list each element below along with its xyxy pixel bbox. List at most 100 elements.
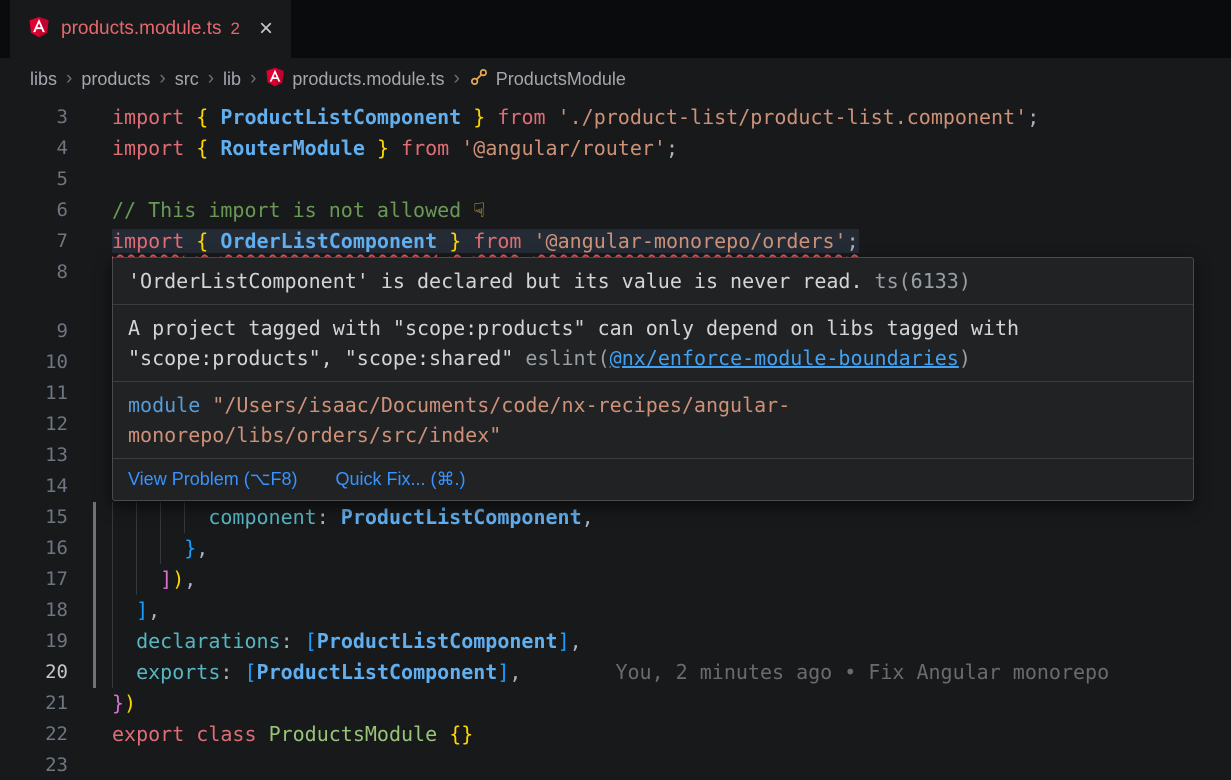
- gutter-decorations: [68, 195, 112, 226]
- breadcrumb-separator: ›: [250, 68, 256, 90]
- breadcrumb-separator: ›: [208, 68, 214, 90]
- line-number[interactable]: 22: [0, 719, 68, 750]
- pointing-down-emoji: ☟: [473, 198, 485, 222]
- gutter-decorations: [68, 657, 112, 688]
- gutter-decorations: [68, 378, 112, 409]
- close-icon[interactable]: ×: [259, 17, 273, 41]
- gutter-decorations: [68, 316, 112, 347]
- gutter-decorations: [68, 164, 112, 195]
- breadcrumb-label: libs: [30, 69, 57, 90]
- git-blame-annotation: You, 2 minutes ago • Fix Angular monorep…: [615, 660, 1109, 684]
- error-squiggle-region: import { OrderListComponent } from '@ang…: [112, 229, 859, 253]
- line-number[interactable]: 12: [0, 409, 68, 440]
- line-number[interactable]: 15: [0, 502, 68, 533]
- code-text[interactable]: exports: [ProductListComponent],You, 2 m…: [112, 657, 1109, 688]
- gutter-decorations: [68, 409, 112, 440]
- gutter-decorations: [68, 440, 112, 471]
- gutter-decorations: [68, 719, 112, 750]
- gutter-decorations: [68, 347, 112, 378]
- git-modified-indicator: [93, 502, 96, 533]
- line-number[interactable]: 19: [0, 626, 68, 657]
- code-text[interactable]: component: ProductListComponent,: [112, 502, 594, 533]
- breadcrumb-separator: ›: [453, 68, 459, 90]
- view-problem-action[interactable]: View Problem (⌥F8): [128, 469, 297, 490]
- breadcrumb-item-products.module.ts[interactable]: products.module.ts: [265, 67, 444, 92]
- code-line-7[interactable]: 7 import { OrderListComponent } from '@an…: [0, 226, 1231, 257]
- line-number[interactable]: 21: [0, 688, 68, 719]
- code-line-15[interactable]: 15 component: ProductListComponent,: [0, 502, 1231, 533]
- tab-strip: products.module.ts 2 ×: [0, 0, 1231, 58]
- code-line-17[interactable]: 17 ]),: [0, 564, 1231, 595]
- line-number[interactable]: 17: [0, 564, 68, 595]
- line-number[interactable]: 18: [0, 595, 68, 626]
- gutter-decorations: [68, 226, 112, 257]
- hover-message: module "/Users/isaac/Documents/code/nx-r…: [113, 381, 1193, 458]
- breadcrumb-item-lib[interactable]: lib: [223, 69, 241, 90]
- code-line-18[interactable]: 18 ],: [0, 595, 1231, 626]
- code-line-19[interactable]: 19 declarations: [ProductListComponent],: [0, 626, 1231, 657]
- eslint-rule-link[interactable]: @nx/enforce-module-boundaries: [610, 346, 959, 370]
- breadcrumb-item-src[interactable]: src: [175, 69, 199, 90]
- vscode-window: products.module.ts 2 × libs › products › src…: [0, 0, 1231, 780]
- breadcrumb-separator: ›: [159, 68, 165, 90]
- code-editor[interactable]: 3 import { ProductListComponent } from '.…: [0, 100, 1231, 780]
- line-number[interactable]: 5: [0, 164, 68, 195]
- git-modified-indicator: [93, 595, 96, 626]
- line-number[interactable]: 4: [0, 133, 68, 164]
- code-text[interactable]: ]),: [112, 564, 196, 595]
- code-line-23[interactable]: 23: [0, 750, 1231, 780]
- code-text[interactable]: import { RouterModule } from '@angular/r…: [112, 133, 678, 164]
- gutter-decorations: [68, 750, 112, 780]
- code-line-20[interactable]: 20 exports: [ProductListComponent],You, …: [0, 657, 1231, 688]
- code-line-22[interactable]: 22 export class ProductsModule {}: [0, 719, 1231, 750]
- code-text[interactable]: import { ProductListComponent } from './…: [112, 102, 1039, 133]
- gutter-decorations: [68, 102, 112, 133]
- hover-message: A project tagged with "scope:products" c…: [113, 304, 1193, 381]
- line-number[interactable]: 9: [0, 316, 68, 347]
- line-number[interactable]: 20: [0, 657, 68, 688]
- code-text[interactable]: declarations: [ProductListComponent],: [112, 626, 582, 657]
- breadcrumb-label: lib: [223, 69, 241, 90]
- git-modified-indicator: [93, 533, 96, 564]
- code-text[interactable]: export class ProductsModule {}: [112, 719, 473, 750]
- code-line-21[interactable]: 21}): [0, 688, 1231, 719]
- line-number[interactable]: 11: [0, 378, 68, 409]
- hover-popup: 'OrderListComponent' is declared but its…: [112, 257, 1194, 501]
- breadcrumb-item-ProductsModule[interactable]: ProductsModule: [469, 67, 626, 92]
- code-line-6[interactable]: 6 // This import is not allowed ☟: [0, 195, 1231, 226]
- breadcrumb-item-libs[interactable]: libs: [30, 69, 57, 90]
- breadcrumb-label: src: [175, 69, 199, 90]
- line-number[interactable]: 13: [0, 440, 68, 471]
- code-text[interactable]: import { OrderListComponent } from '@ang…: [112, 226, 859, 257]
- breadcrumb-item-products[interactable]: products: [81, 69, 150, 90]
- line-number[interactable]: 6: [0, 195, 68, 226]
- line-number[interactable]: 16: [0, 533, 68, 564]
- gutter-decorations: [68, 471, 112, 502]
- line-number[interactable]: 7: [0, 226, 68, 257]
- editor-tab-products-module[interactable]: products.module.ts 2 ×: [10, 0, 291, 58]
- code-line-16[interactable]: 16 },: [0, 533, 1231, 564]
- code-text[interactable]: },: [112, 533, 208, 564]
- code-text[interactable]: }): [112, 688, 136, 719]
- class-symbol-icon: [469, 67, 489, 92]
- git-modified-indicator: [93, 626, 96, 657]
- line-number[interactable]: 3: [0, 102, 68, 133]
- code-line-5[interactable]: 5: [0, 164, 1231, 195]
- code-text[interactable]: // This import is not allowed ☟: [112, 195, 485, 226]
- line-number[interactable]: 8: [0, 257, 68, 288]
- hover-action-bar: View Problem (⌥F8) Quick Fix... (⌘.): [113, 458, 1193, 500]
- code-line-4[interactable]: 4 import { RouterModule } from '@angular/…: [0, 133, 1231, 164]
- code-line-3[interactable]: 3 import { ProductListComponent } from '.…: [0, 102, 1231, 133]
- gutter-decorations: [68, 533, 112, 564]
- gutter-decorations: [68, 133, 112, 164]
- line-number[interactable]: 10: [0, 347, 68, 378]
- code-text[interactable]: ],: [112, 595, 160, 626]
- gutter-decorations: [68, 502, 112, 533]
- quick-fix-action[interactable]: Quick Fix... (⌘.): [335, 469, 465, 490]
- gutter-decorations: [68, 688, 112, 719]
- line-number[interactable]: 14: [0, 471, 68, 502]
- angular-icon: [28, 16, 50, 43]
- tab-filename: products.module.ts: [61, 18, 222, 40]
- line-number[interactable]: 23: [0, 750, 68, 780]
- breadcrumb-separator: ›: [66, 68, 72, 90]
